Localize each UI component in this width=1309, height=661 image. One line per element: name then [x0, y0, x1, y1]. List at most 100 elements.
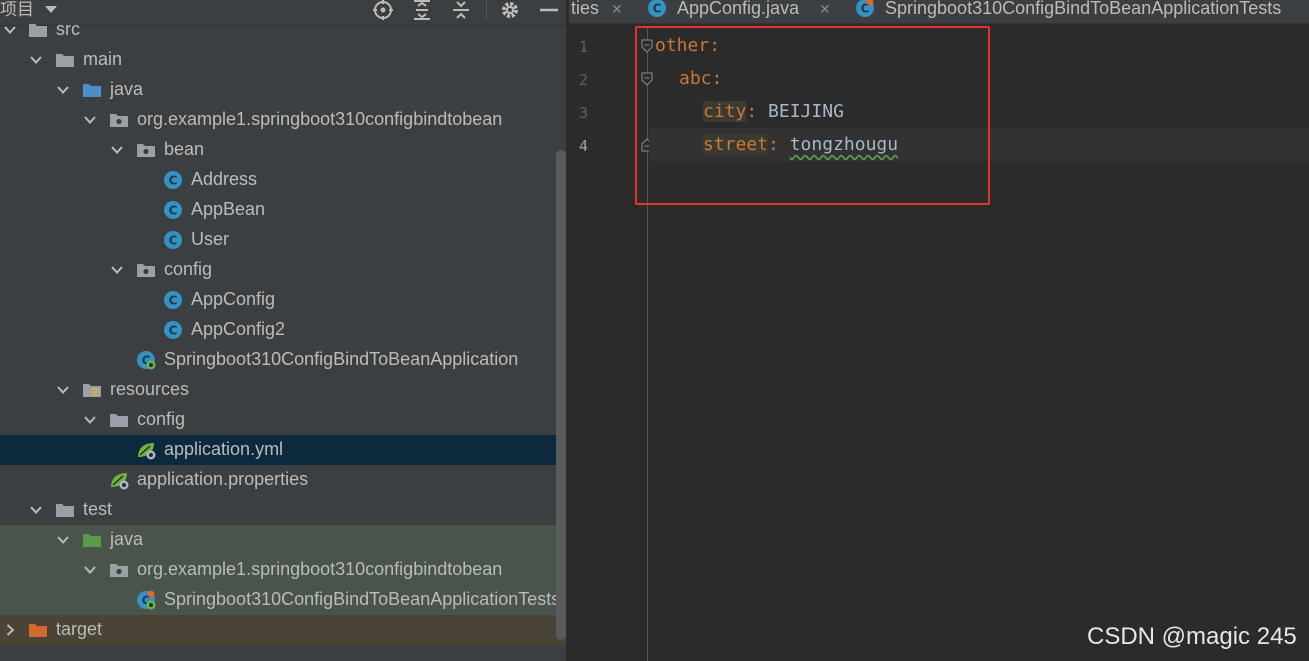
chevron-down-icon[interactable]: [57, 84, 69, 96]
svg-text:C: C: [169, 294, 178, 308]
close-icon[interactable]: ✕: [819, 3, 831, 17]
folder-icon: [56, 54, 74, 67]
class-icon: C: [164, 201, 182, 219]
tree-node-label: bean: [164, 139, 205, 159]
spring-boot-test-icon: C: [137, 590, 156, 610]
tree-node-java[interactable]: java: [0, 525, 566, 555]
tree-node-label: resources: [110, 379, 190, 399]
tab-appconfig-java[interactable]: C AppConfig.java ✕: [643, 0, 843, 23]
tree-node-label: java: [110, 79, 144, 99]
tab-properties[interactable]: ties ✕: [569, 0, 639, 23]
tree-node-appconfig[interactable]: C AppConfig: [0, 285, 566, 315]
tree-node-user[interactable]: C User: [0, 225, 566, 255]
line-number-current: 4: [579, 137, 589, 155]
tab-label: Springboot310ConfigBindToBeanApplication…: [885, 0, 1282, 18]
chevron-down-icon[interactable]: [111, 144, 123, 156]
tree-node-java[interactable]: java: [0, 75, 566, 105]
source-folder-icon: [83, 84, 101, 97]
spring-config-icon: [111, 473, 129, 490]
close-icon[interactable]: ✕: [611, 3, 623, 17]
spring-config-icon: [138, 443, 156, 460]
svg-text:C: C: [169, 324, 178, 338]
tree-node-appconfig2[interactable]: C AppConfig2: [0, 315, 566, 345]
tree-node-test[interactable]: test: [0, 495, 566, 525]
tree-node-label: AppBean: [191, 199, 266, 219]
tree-node-label: src: [56, 19, 80, 39]
tree-node-resources[interactable]: resources: [0, 375, 566, 405]
line-number-gutter[interactable]: 1 2 3 4: [569, 28, 637, 661]
package-icon: [110, 564, 128, 577]
tree-node-label: Address: [191, 169, 258, 189]
tree-node-application-yml[interactable]: application.yml: [0, 435, 566, 465]
tree-node-springboot310configbindtobeanapplicationtests[interactable]: C Springboot310ConfigBindToBeanApplicatio…: [0, 585, 566, 615]
chevron-down-icon[interactable]: [30, 54, 42, 66]
folder-icon: [29, 24, 47, 37]
tree-node-bean[interactable]: bean: [0, 135, 566, 165]
chevron-down-icon[interactable]: [57, 534, 69, 546]
editor-tab-bar: ties ✕ C AppConfig.java ✕ C Springboot31…: [569, 0, 1309, 24]
svg-text:C: C: [169, 174, 178, 188]
package-icon: [137, 264, 155, 277]
tree-node-org-example1-springboot310configbindtobean[interactable]: org.example1.springboot310configbindtobe…: [0, 555, 566, 585]
tree-node-application-properties[interactable]: application.properties: [0, 465, 566, 495]
chevron-down-icon[interactable]: [4, 24, 16, 36]
line-number: 2: [579, 71, 589, 89]
editor-area: ties ✕ C AppConfig.java ✕ C Springboot31…: [569, 0, 1309, 661]
tree-node-config[interactable]: config: [0, 405, 566, 435]
tree-node-label: Springboot310ConfigBindToBeanApplication…: [164, 589, 561, 609]
tree-scrollbar[interactable]: [556, 150, 566, 640]
tab-label: ties: [571, 0, 600, 18]
tree-node-appbean[interactable]: C AppBean: [0, 195, 566, 225]
svg-text:C: C: [653, 2, 662, 16]
tree-node-label: application.properties: [137, 469, 309, 489]
class-icon: C: [648, 0, 666, 17]
chevron-right-icon[interactable]: [4, 624, 16, 636]
svg-text:C: C: [169, 204, 178, 218]
tree-node-label: AppConfig2: [191, 319, 286, 339]
tree-node-springboot310configbindtobeanapplication[interactable]: C Springboot310ConfigBindToBeanApplicatio…: [0, 345, 566, 375]
panel-divider[interactable]: [566, 0, 568, 661]
class-icon: C: [164, 171, 182, 189]
tree-node-label: config: [164, 259, 213, 279]
svg-text:C: C: [169, 234, 178, 248]
tree-node-label: Springboot310ConfigBindToBeanApplication: [164, 349, 519, 369]
tree-node-label: AppConfig: [191, 289, 276, 309]
tree-node-org-example1-springboot310configbindtobean[interactable]: org.example1.springboot310configbindtobe…: [0, 105, 566, 135]
tree-node-label: application.yml: [164, 439, 284, 459]
tab-label: AppConfig.java: [677, 0, 800, 18]
tree-node-src[interactable]: src: [0, 15, 566, 45]
tree-node-label: java: [110, 529, 144, 549]
chevron-down-icon[interactable]: [84, 564, 96, 576]
tree-node-label: main: [83, 49, 123, 69]
tab-application-tests[interactable]: C Springboot310ConfigBindToBeanApplicati…: [851, 0, 1309, 23]
tree-node-label: org.example1.springboot310configbindtobe…: [137, 559, 503, 579]
watermark: CSDN @magic 245: [1087, 623, 1297, 650]
folder-icon: [110, 414, 128, 427]
tree-node-label: target: [56, 619, 103, 639]
tree-node-main[interactable]: main: [0, 45, 566, 75]
tree-node-config[interactable]: config: [0, 255, 566, 285]
folder-icon: [56, 504, 74, 517]
class-icon: C: [164, 321, 182, 339]
line-number: 1: [579, 38, 589, 56]
tree-node-label: config: [137, 409, 186, 429]
chevron-down-icon[interactable]: [84, 414, 96, 426]
resources-folder-icon: [83, 384, 101, 397]
test-source-folder-icon: [83, 534, 101, 547]
package-icon: [137, 144, 155, 157]
tree-node-address[interactable]: C Address: [0, 165, 566, 195]
spring-boot-test-icon: C: [856, 0, 874, 17]
chevron-down-icon[interactable]: [57, 384, 69, 396]
package-icon: [110, 114, 128, 127]
tree-node-label: test: [83, 499, 113, 519]
spring-boot-class-icon: C: [137, 351, 156, 370]
class-icon: C: [164, 291, 182, 309]
chevron-down-icon[interactable]: [84, 114, 96, 126]
class-icon: C: [164, 231, 182, 249]
tree-node-target[interactable]: target: [0, 615, 566, 645]
chevron-down-icon[interactable]: [30, 504, 42, 516]
line-number: 3: [579, 104, 589, 122]
tree-node-label: org.example1.springboot310configbindtobe…: [137, 109, 503, 129]
annotation-highlight-box: [635, 26, 990, 205]
chevron-down-icon[interactable]: [111, 264, 123, 276]
